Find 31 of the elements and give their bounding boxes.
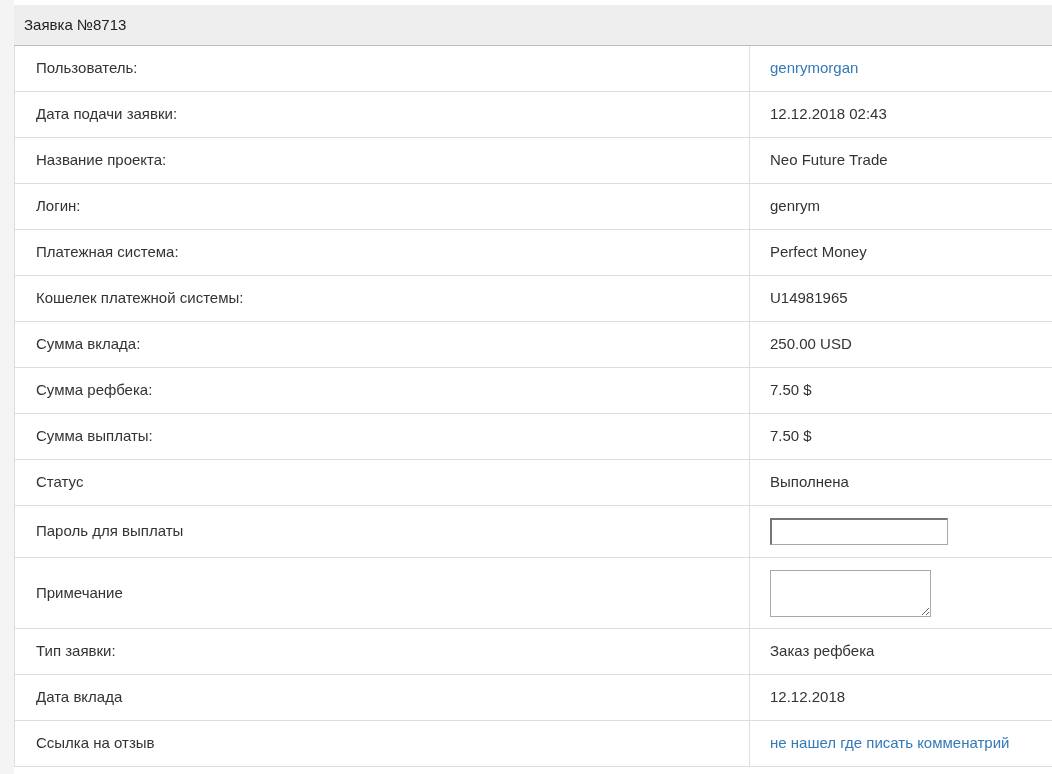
value-text: Neo Future Trade	[770, 150, 888, 171]
value-text: 250.00 USD	[770, 334, 852, 355]
field-label: Кошелек платежной системы:	[36, 288, 244, 309]
value-text: Выполнена	[770, 472, 849, 493]
value-text: Заказ рефбека	[770, 641, 875, 662]
value-text: U14981965	[770, 288, 848, 309]
field-label: Логин:	[36, 196, 81, 217]
field-label: Сумма выплаты:	[36, 426, 153, 447]
password-field[interactable]	[770, 518, 948, 545]
value-link[interactable]: не нашел где писать комменатрий	[770, 732, 1010, 755]
value-text: genrym	[770, 196, 821, 217]
field-label: Пароль для выплаты	[36, 521, 184, 542]
value-text: 7.50 $	[770, 426, 812, 447]
field-label: Тип заявки:	[36, 641, 116, 662]
field-label: Пользователь:	[36, 58, 138, 79]
note-field[interactable]	[770, 569, 931, 617]
value-text: Perfect Money	[770, 242, 867, 263]
value-text: 7.50 $	[770, 380, 812, 401]
panel-title: Заявка №8713	[24, 15, 127, 36]
value-text: 12.12.2018	[770, 687, 846, 708]
value-text: 12.12.2018 02:43	[770, 104, 887, 125]
value-link[interactable]: genrymorgan	[770, 57, 859, 80]
field-label: Дата вклада	[36, 687, 123, 708]
field-label: Дата подачи заявки:	[36, 104, 178, 125]
field-label: Платежная система:	[36, 242, 179, 263]
field-label: Сумма рефбека:	[36, 380, 153, 401]
field-label: Ссылка на отзыв	[36, 733, 155, 754]
field-label: Название проекта:	[36, 150, 167, 171]
field-label: Сумма вклада:	[36, 334, 141, 355]
field-label: Примечание	[36, 582, 123, 603]
field-label: Статус	[36, 472, 84, 493]
